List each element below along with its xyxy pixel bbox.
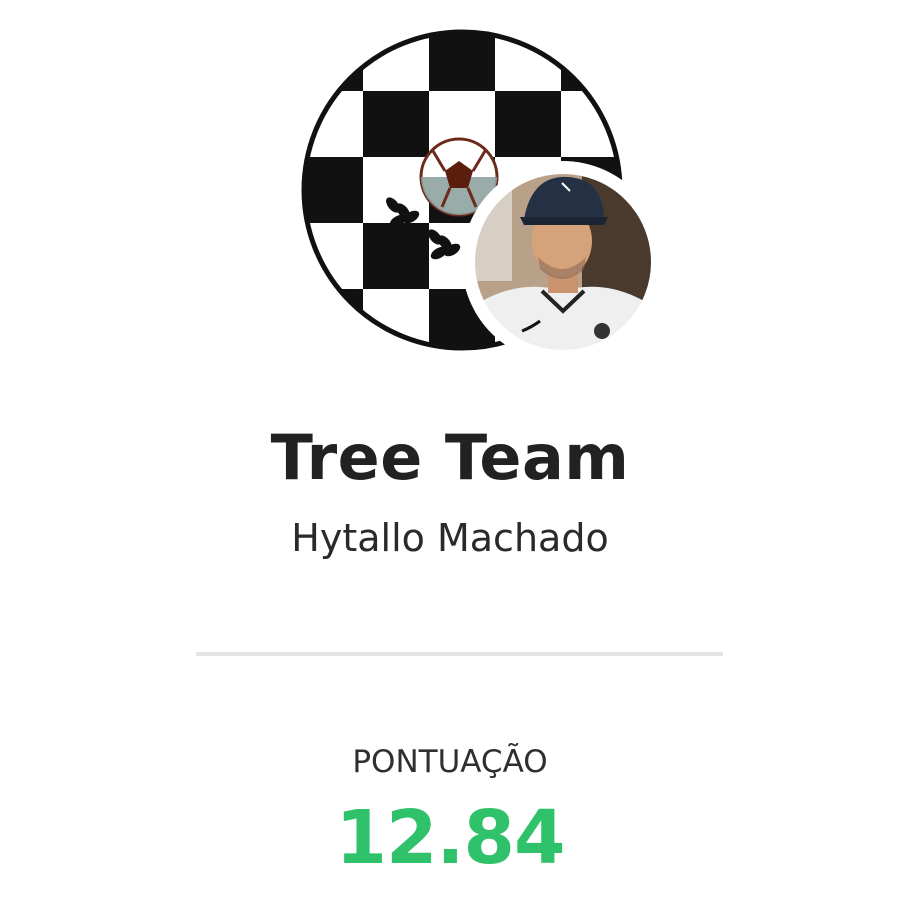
divider — [196, 652, 723, 656]
score-label: PONTUAÇÃO — [352, 744, 548, 780]
team-profile-page: Tree Team Hytallo Machado PONTUAÇÃO 12.8… — [0, 0, 900, 900]
avatar[interactable] — [462, 161, 664, 363]
score-value: 12.84 — [335, 795, 565, 881]
team-name: Tree Team — [270, 421, 630, 494]
owner-name: Hytallo Machado — [291, 516, 609, 560]
